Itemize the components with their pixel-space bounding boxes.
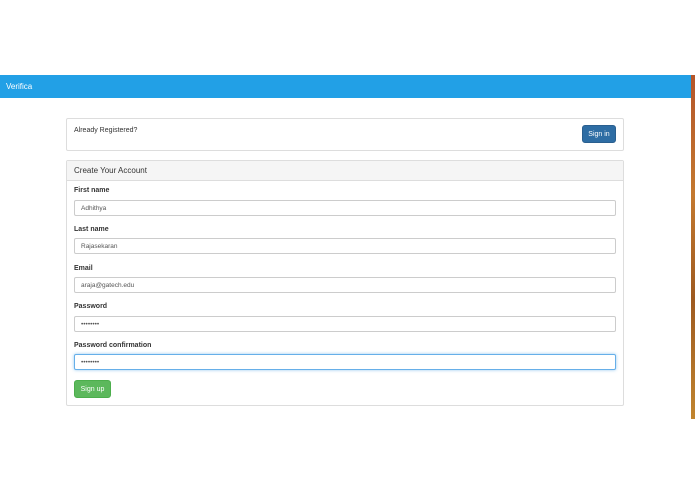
email-input[interactable]: araja@gatech.edu [74,277,616,293]
first-name-label: First name [74,187,110,194]
last-name-label: Last name [74,226,109,233]
password-label: Password [74,303,108,310]
first-name-input[interactable]: Adhithya [74,200,616,216]
window-edge-strip [691,75,695,419]
password-confirmation-input[interactable]: •••••••• [74,354,616,370]
sign-in-button[interactable]: Sign in [582,125,616,143]
brand-link[interactable]: Verifica [0,82,32,91]
last-name-input[interactable]: Rajasekaran [74,238,616,254]
sign-up-button[interactable]: Sign up [74,380,111,398]
create-account-panel: Create Your Account First name Adhithya … [66,160,624,406]
panel-heading: Create Your Account [67,161,623,181]
top-navbar: Verifica [0,75,691,98]
password-confirmation-label: Password confirmation [74,342,152,349]
already-registered-panel: Already Registered? Sign in [66,118,624,151]
email-label: Email [74,265,93,272]
signup-page: Verifica Already Registered? Sign in Cre… [0,0,695,494]
already-registered-text: Already Registered? [74,127,138,134]
password-input[interactable]: •••••••• [74,316,616,332]
